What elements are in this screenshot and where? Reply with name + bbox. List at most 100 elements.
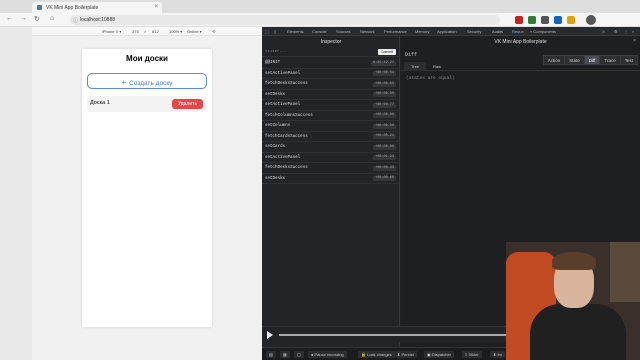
mode-tabs: Action State Diff Trace Test <box>542 49 638 65</box>
forward-icon[interactable]: → <box>20 15 27 22</box>
address-bar[interactable]: ⓘ localhost:10888 <box>70 15 500 25</box>
inspect-icon[interactable]: ⬚ <box>265 29 269 34</box>
devtools-tab[interactable]: Application <box>437 29 457 34</box>
action-row[interactable]: setColumns +00:00.00 <box>262 121 400 132</box>
browser-toolbar: ← → ↻ ⌂ ⓘ localhost:10888 <box>0 13 640 27</box>
action-list: @@INIT 8:25:42.27 setActivePanel +00:00.01 f… <box>262 58 400 184</box>
home-icon[interactable]: ⌂ <box>50 15 54 22</box>
browser-tab[interactable]: VK Mini App Boilerplate × <box>32 2 162 13</box>
new-window-icon[interactable]: ▢ <box>294 351 304 358</box>
filter-input[interactable] <box>265 49 365 55</box>
action-name: setActivePanel <box>265 155 301 160</box>
action-time: +00:00.77 <box>373 102 396 108</box>
filter-bar: Commit <box>262 47 400 57</box>
action-row[interactable]: fetchColumnsSuccess +00:00.00 <box>262 111 400 121</box>
devtools-tab[interactable]: Elements <box>287 29 304 34</box>
tab-tree[interactable]: Tree <box>404 62 426 71</box>
action-row[interactable]: setDesks +00:00.00 <box>262 90 400 100</box>
action-row[interactable]: fetchCardsSuccess +00:00.21 <box>262 132 400 142</box>
devtools-tab[interactable]: Audits <box>492 29 503 34</box>
action-row[interactable]: setActivePanel +00:01.33 <box>262 153 400 163</box>
diff-label: Diff <box>405 52 418 58</box>
delete-board-button[interactable]: Удалить <box>172 99 203 109</box>
settings-icon[interactable]: ⚙ <box>614 29 618 34</box>
page-title: Мои доски <box>126 54 168 63</box>
device-width[interactable]: 375 <box>132 29 139 34</box>
zoom-select[interactable]: 100% ▾ <box>169 29 182 34</box>
persist-button[interactable]: ⬇ Persist <box>394 351 417 358</box>
extension-icon[interactable] <box>515 16 523 24</box>
action-name: setDesks <box>265 92 286 97</box>
devtools-tab[interactable]: Security <box>467 29 481 34</box>
board-item[interactable]: Доска 1 Удалить <box>87 96 207 112</box>
phone-screen: Мои доски + Создать доску Доска 1 Удалить <box>82 49 212 327</box>
person-hair <box>552 252 596 270</box>
reload-icon[interactable]: ↻ <box>34 15 40 23</box>
action-name: fetchDesksSuccess <box>265 82 308 86</box>
devtools-tab-redux[interactable]: Redux <box>512 29 524 34</box>
action-row[interactable]: setCards +00:00.00 <box>262 142 400 153</box>
import-button[interactable]: ⬇ Im <box>490 351 505 358</box>
dimension-separator: × <box>144 29 147 34</box>
person-body <box>530 304 626 360</box>
pause-recording-button[interactable]: ● Pause recording <box>308 351 347 358</box>
device-select[interactable]: iPhone X ▾ <box>102 29 121 34</box>
profile-avatar[interactable] <box>586 15 596 25</box>
devtools-tab[interactable]: Network <box>360 29 375 34</box>
vk-favicon-icon <box>37 5 42 10</box>
action-row[interactable]: fetchDesksSuccess +00:00.43 <box>262 163 400 174</box>
extension-icon[interactable] <box>528 16 536 24</box>
devtools-tab[interactable]: Memory <box>415 29 429 34</box>
devtools-tab[interactable]: Performance <box>384 29 407 34</box>
monitor-toggle-icon[interactable]: ▦ <box>280 351 290 358</box>
network-select[interactable]: Online ▾ <box>187 29 202 34</box>
extension-icon[interactable] <box>554 16 562 24</box>
warning-icon[interactable]: ⚠ <box>602 29 606 34</box>
inspector-toggle-icon[interactable]: ▤ <box>266 351 276 358</box>
action-row[interactable]: setActivePanel +00:00.01 <box>262 69 400 79</box>
close-icon[interactable]: × <box>154 4 158 10</box>
devtools-tab[interactable]: Sources <box>336 29 351 34</box>
timeline-slider[interactable] <box>279 334 524 336</box>
close-icon[interactable]: × <box>633 38 636 44</box>
info-icon[interactable]: ⓘ <box>73 17 78 24</box>
tab-title: VK Mini App Boilerplate <box>46 5 99 11</box>
rotate-icon[interactable]: ⟲ <box>212 29 215 34</box>
devtools-tab[interactable]: Console <box>312 29 327 34</box>
device-toggle-icon[interactable]: ▯ <box>274 29 276 34</box>
board-name: Доска 1 <box>90 100 110 106</box>
redux-inspector: Inspector Commit @@INIT 8:25:42.27 setActi… <box>262 36 400 351</box>
tab-raw[interactable]: Raw <box>426 62 448 71</box>
devtools-tab[interactable]: » Components <box>530 29 556 34</box>
dispatcher-button[interactable]: ▣ Dispatcher <box>424 351 455 358</box>
play-icon[interactable] <box>267 331 273 339</box>
close-icon[interactable]: × <box>632 29 634 34</box>
inspector-title: Inspector <box>320 39 342 45</box>
action-name: fetchColumnsSuccess <box>265 113 313 118</box>
action-row[interactable]: @@INIT 8:25:42.27 <box>262 58 400 69</box>
plus-icon: + <box>121 78 127 87</box>
action-row[interactable]: setActivePanel +00:00.77 <box>262 100 400 111</box>
create-board-label: Создать доску <box>129 80 173 87</box>
action-row[interactable]: fetchDesksSuccess +00:00.03 <box>262 79 400 90</box>
action-row[interactable]: setDesks +00:00.00 <box>262 174 400 184</box>
device-height[interactable]: 812 <box>152 29 159 34</box>
action-time: +00:00.00 <box>373 123 396 129</box>
device-toolbar: iPhone X ▾ 375 × 812 100% ▾ Online ▾ ⟲ <box>32 27 262 36</box>
action-time: +00:00.00 <box>373 144 396 150</box>
more-icon[interactable]: ⋮ <box>624 29 628 34</box>
extension-icon[interactable] <box>567 16 575 24</box>
action-time: +00:00.43 <box>373 165 396 171</box>
timeline-progress <box>279 334 524 336</box>
shelf <box>610 242 640 302</box>
lock-changes-button[interactable]: 🔒 Lock changes <box>358 351 395 358</box>
extension-icon[interactable] <box>541 16 549 24</box>
commit-button[interactable]: Commit <box>377 49 396 55</box>
action-name: setColumns <box>265 124 291 128</box>
action-time: +00:00.00 <box>373 176 396 181</box>
back-icon[interactable]: ← <box>6 15 13 22</box>
action-name: fetchCardsSuccess <box>265 134 308 139</box>
action-time: +00:00.03 <box>373 81 396 87</box>
slider-button[interactable]: ≡ Slider <box>462 351 482 358</box>
create-board-button[interactable]: + Создать доску <box>87 73 207 89</box>
